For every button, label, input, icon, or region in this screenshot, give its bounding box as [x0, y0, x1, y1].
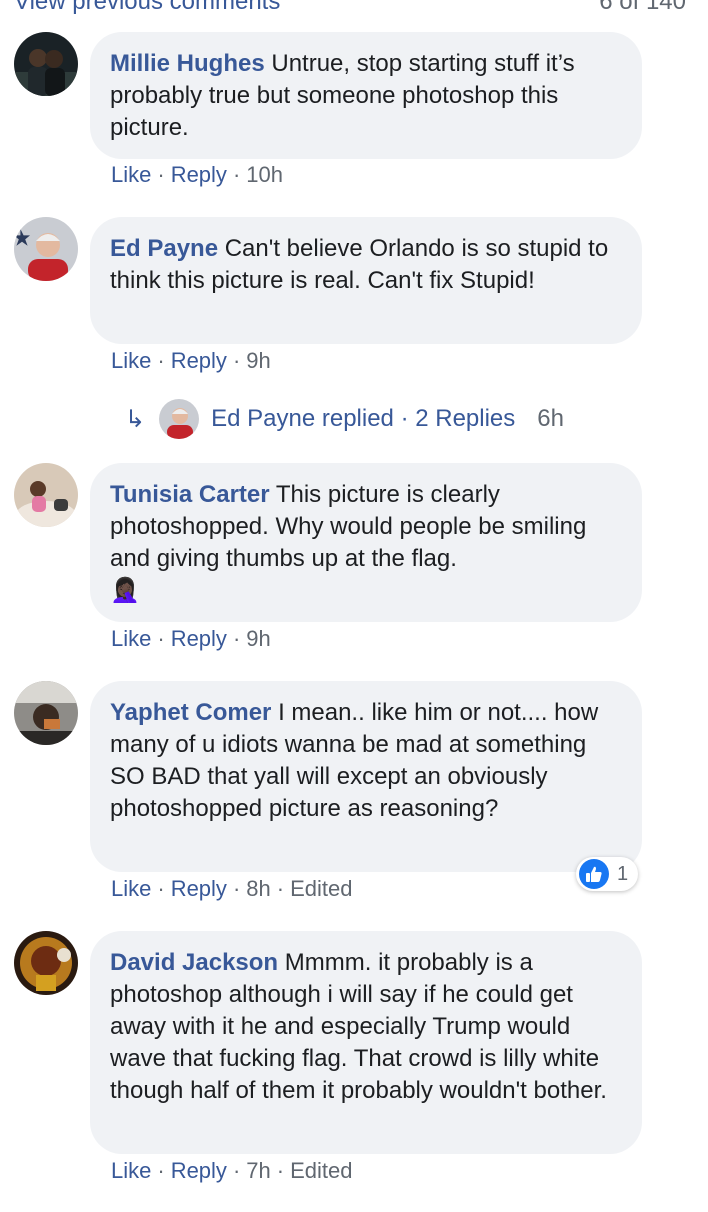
comment-time[interactable]: 10h	[246, 162, 283, 187]
comment-bubble: Tunisia Carter This picture is clearly p…	[90, 463, 642, 622]
reply-link[interactable]: Reply	[171, 876, 227, 901]
view-replies-row[interactable]: ↳ Ed Payne replied · 2 Replies 6h	[125, 398, 564, 440]
view-previous-comments-link[interactable]: View previous comments	[14, 0, 280, 16]
facepalm-emoji: 🤦🏿‍♀️	[110, 577, 140, 604]
like-link[interactable]: Like	[111, 626, 151, 651]
reaction-count-badge[interactable]: 1	[576, 857, 638, 891]
reply-link[interactable]: Reply	[171, 348, 227, 373]
avatar[interactable]	[14, 931, 78, 995]
avatar[interactable]	[14, 32, 78, 96]
like-link[interactable]: Like	[111, 876, 151, 901]
reply-link[interactable]: Reply	[171, 1158, 227, 1183]
comment-actions: Like · Reply · 9h	[111, 626, 271, 651]
comment-time[interactable]: 8h	[246, 876, 270, 901]
comment-actions: Like · Reply · 10h	[111, 162, 283, 187]
comment-author[interactable]: Yaphet Comer	[110, 699, 271, 726]
comments-count: 6 of 140	[599, 0, 686, 15]
edited-label[interactable]: Edited	[290, 1158, 352, 1183]
edited-label[interactable]: Edited	[290, 876, 352, 901]
like-link[interactable]: Like	[111, 348, 151, 373]
comment-bubble: David Jackson Mmmm. it probably is a pho…	[90, 931, 642, 1154]
comment-actions: Like · Reply · 8h · Edited	[111, 876, 353, 901]
reply-link[interactable]: Reply	[171, 626, 227, 651]
comment-actions: Like · Reply · 7h · Edited	[111, 1158, 353, 1183]
reply-avatar	[159, 399, 200, 439]
reaction-count: 1	[617, 862, 629, 885]
like-link[interactable]: Like	[111, 1158, 151, 1183]
comment-author[interactable]: David Jackson	[110, 949, 278, 976]
thumbs-up-icon	[579, 859, 609, 889]
replies-link[interactable]: Ed Payne replied · 2 Replies	[211, 405, 515, 433]
comment-time[interactable]: 7h	[246, 1158, 270, 1183]
comment-author[interactable]: Millie Hughes	[110, 50, 265, 77]
avatar[interactable]	[14, 681, 78, 745]
comment-actions: Like · Reply · 9h	[111, 348, 271, 373]
avatar[interactable]	[14, 217, 78, 281]
comment-time[interactable]: 9h	[246, 348, 270, 373]
comments-header: View previous comments 6 of 140	[0, 0, 708, 22]
avatar[interactable]	[14, 463, 78, 527]
comment-time[interactable]: 9h	[246, 626, 270, 651]
reply-link[interactable]: Reply	[171, 162, 227, 187]
comment-bubble: Yaphet Comer I mean.. like him or not...…	[90, 681, 642, 872]
comment-author[interactable]: Ed Payne	[110, 235, 218, 262]
replies-time: 6h	[537, 405, 564, 432]
like-link[interactable]: Like	[111, 162, 151, 187]
comment-bubble: Ed Payne Can't believe Orlando is so stu…	[90, 217, 642, 344]
comment-bubble: Millie Hughes Untrue, stop starting stuf…	[90, 32, 642, 159]
reply-arrow-icon: ↳	[125, 405, 146, 433]
comment-author[interactable]: Tunisia Carter	[110, 481, 270, 508]
